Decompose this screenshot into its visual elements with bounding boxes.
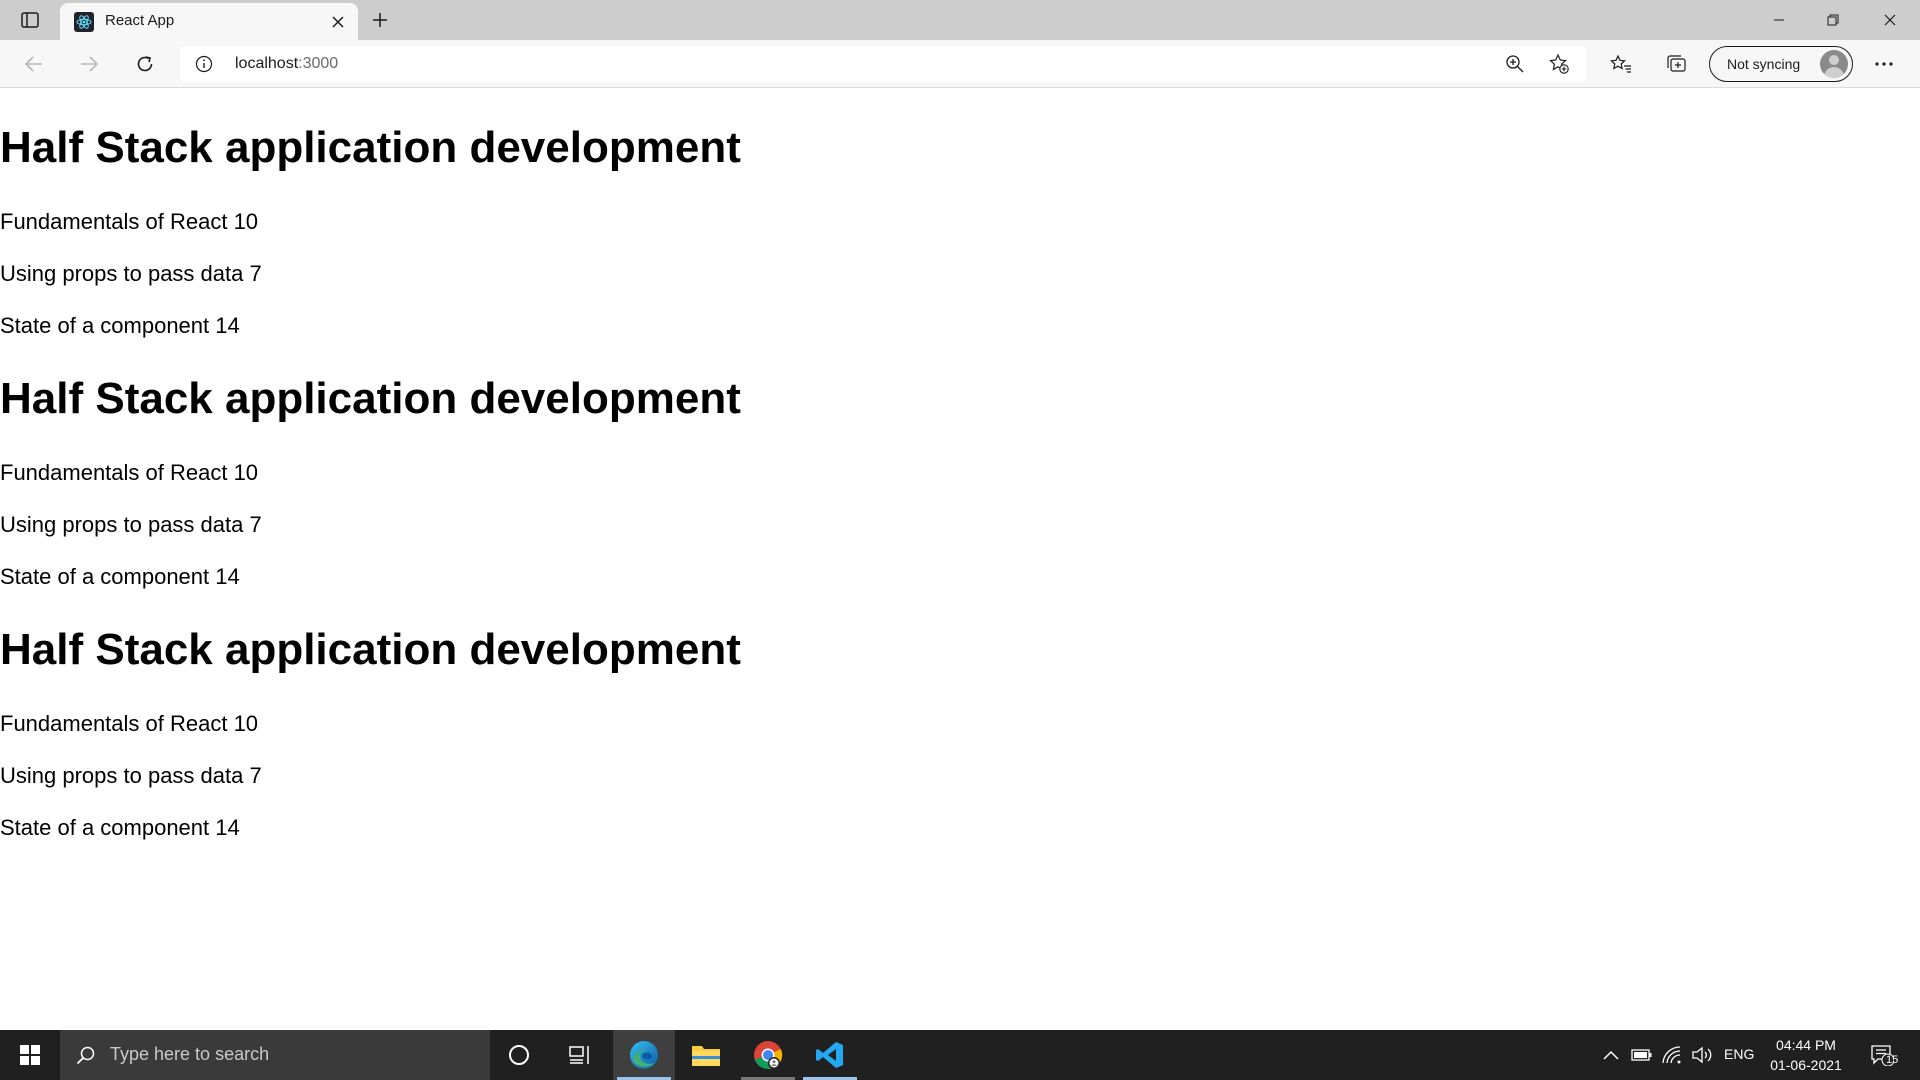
course-part: Fundamentals of React 10 <box>0 209 259 234</box>
url-host: localhost <box>235 55 299 72</box>
taskbar-file-explorer-app[interactable] <box>675 1030 737 1080</box>
avatar <box>1820 50 1848 78</box>
course-section: Half Stack application development Funda… <box>0 374 900 604</box>
plus-icon <box>373 13 387 27</box>
refresh-icon <box>137 56 153 72</box>
course-part: Using props to pass data 7 <box>0 512 262 537</box>
forward-button[interactable] <box>71 48 107 80</box>
browser-tab-active[interactable]: React App <box>60 3 358 40</box>
restore-icon <box>1827 14 1839 26</box>
course-section: Half Stack application development Funda… <box>0 123 900 353</box>
chevron-up-icon <box>1603 1050 1619 1060</box>
course-part: Using props to pass data 7 <box>0 261 262 286</box>
course-part: Using props to pass data 7 <box>0 763 262 788</box>
system-clock[interactable]: 04:44 PM 01-06-2021 <box>1764 1035 1848 1075</box>
folder-icon <box>692 1046 720 1066</box>
task-view-button[interactable] <box>555 1030 605 1080</box>
show-hidden-icons-button[interactable] <box>1598 1030 1624 1080</box>
speaker-icon <box>1692 1046 1712 1064</box>
more-horizontal-icon <box>1875 62 1893 66</box>
edge-icon <box>630 1041 658 1069</box>
favorites-button[interactable] <box>1603 48 1639 80</box>
new-tab-button[interactable] <box>365 6 395 34</box>
tab-title: React App <box>105 12 175 29</box>
windows-taskbar: Type here to search ENG 04:44 PM 01-06-2… <box>0 1030 1920 1080</box>
tab-actions-button[interactable] <box>12 6 48 34</box>
back-button[interactable] <box>16 48 52 80</box>
restore-button[interactable] <box>1805 0 1861 40</box>
windows-logo-icon <box>20 1045 40 1065</box>
minimize-button[interactable] <box>1751 0 1807 40</box>
zoom-in-icon <box>1506 55 1524 73</box>
wifi-icon <box>1662 1046 1681 1064</box>
course-section: Half Stack application development Funda… <box>0 625 900 855</box>
battery-icon <box>1631 1049 1652 1061</box>
search-icon <box>74 1043 98 1067</box>
add-favorite-button[interactable] <box>1546 52 1572 76</box>
collections-button[interactable] <box>1658 48 1694 80</box>
clock-time: 04:44 PM <box>1776 1037 1836 1053</box>
start-button[interactable] <box>0 1030 60 1080</box>
close-window-button[interactable] <box>1862 0 1918 40</box>
notifications-button[interactable]: 15 <box>1860 1030 1904 1080</box>
profile-sync-status: Not syncing <box>1727 56 1801 72</box>
course-part: State of a component 14 <box>0 815 240 840</box>
favorites-icon <box>1610 54 1631 73</box>
react-logo-icon <box>74 12 94 32</box>
taskbar-chrome-app[interactable] <box>737 1030 799 1080</box>
taskbar-edge-app[interactable] <box>613 1030 675 1080</box>
task-view-icon <box>569 1046 589 1064</box>
search-placeholder: Type here to search <box>110 1044 270 1064</box>
notification-count-badge: 15 <box>1886 1054 1899 1066</box>
course-header: Half Stack application development <box>0 625 741 674</box>
course-header: Half Stack application development <box>0 374 741 423</box>
tab-close-button[interactable] <box>327 11 349 33</box>
network-button[interactable] <box>1658 1030 1686 1080</box>
collections-icon <box>1667 55 1686 72</box>
battery-button[interactable] <box>1628 1030 1656 1080</box>
taskbar-vscode-app[interactable] <box>799 1030 861 1080</box>
minimize-icon <box>1774 19 1784 21</box>
chrome-icon <box>754 1041 783 1070</box>
browser-titlebar: React App <box>0 0 1920 40</box>
cortana-circle-icon <box>509 1045 529 1065</box>
arrow-right-icon <box>81 56 99 72</box>
cortana-button[interactable] <box>494 1030 544 1080</box>
arrow-left-icon <box>24 56 42 72</box>
tab-actions-icon <box>21 12 39 28</box>
course-part: Fundamentals of React 10 <box>0 711 259 736</box>
vscode-icon <box>816 1042 843 1068</box>
settings-more-button[interactable] <box>1866 48 1902 80</box>
profile-button[interactable]: Not syncing <box>1709 46 1853 82</box>
close-icon <box>332 16 344 28</box>
info-icon[interactable] <box>194 54 214 74</box>
clock-date: 01-06-2021 <box>1770 1057 1842 1073</box>
zoom-button[interactable] <box>1502 52 1528 76</box>
address-bar[interactable]: localhost:3000 <box>180 46 1586 82</box>
volume-button[interactable] <box>1688 1030 1716 1080</box>
course-header: Half Stack application development <box>0 123 741 172</box>
taskbar-search-box[interactable]: Type here to search <box>60 1030 490 1080</box>
course-part: State of a component 14 <box>0 564 240 589</box>
refresh-button[interactable] <box>127 48 163 80</box>
browser-toolbar: localhost:3000 Not syncing <box>0 40 1920 88</box>
language-indicator[interactable]: ENG <box>1724 1046 1754 1062</box>
course-part: Fundamentals of React 10 <box>0 460 259 485</box>
address-url[interactable]: localhost:3000 <box>235 55 338 73</box>
url-port: :3000 <box>298 55 339 72</box>
page-content: Half Stack application development Funda… <box>0 89 1920 1029</box>
course-part: State of a component 14 <box>0 313 240 338</box>
star-add-icon <box>1549 53 1569 74</box>
close-icon <box>1884 14 1896 26</box>
